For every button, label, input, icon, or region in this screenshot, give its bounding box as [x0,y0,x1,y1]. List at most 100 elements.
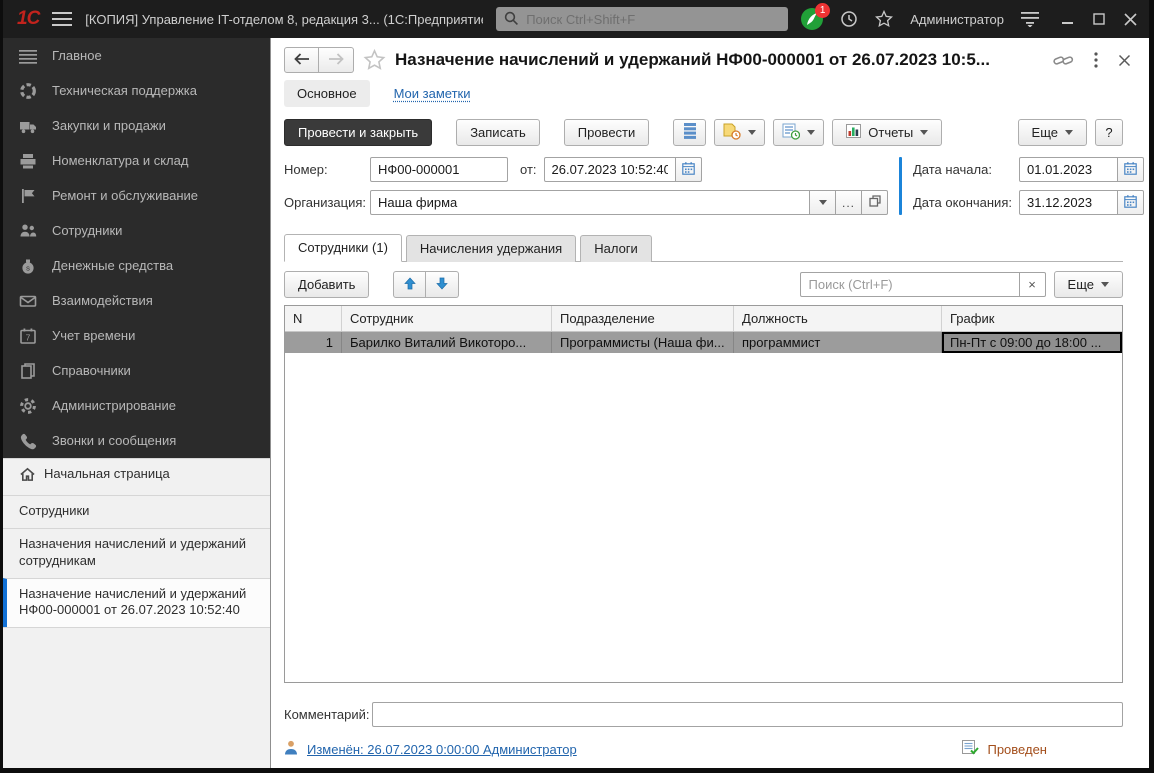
move-up-button[interactable] [393,271,426,298]
sidebar-item-remont[interactable]: Ремонт и обслуживание [3,178,270,213]
sidebar-item-label: Закупки и продажи [52,118,166,133]
organization-open-button[interactable] [862,190,888,215]
nav-history-panel: Начальная страница Сотрудники Назначения… [3,458,270,768]
add-row-button[interactable]: Добавить [284,271,369,298]
sidebar-item-label: Главное [52,48,102,63]
column-header-employee[interactable]: Сотрудник [342,306,552,331]
more-dots-icon[interactable] [1094,52,1098,68]
sidebar-item-sotrudniki[interactable]: Сотрудники [3,213,270,248]
tab-moi-zametki[interactable]: Мои заметки [394,86,471,101]
tab-nachisleniya[interactable]: Начисления удержания [406,235,576,262]
app-body: Главное Техническая поддержка Закупки и … [3,38,1149,768]
tab-sotrudniki[interactable]: Сотрудники (1) [284,234,402,262]
sidebar-item-uchet-vremeni[interactable]: 7 Учет времени [3,318,270,353]
service-menu-icon[interactable] [1021,11,1039,27]
sidebar-item-spravochniki[interactable]: Справочники [3,353,270,388]
comment-input[interactable] [372,702,1123,727]
column-header-n[interactable]: N [285,306,342,331]
sidebar-item-glavnoe[interactable]: Главное [3,38,270,73]
hamburger-icon[interactable] [52,12,72,26]
cell-department[interactable]: Программисты (Наша фи... [552,332,734,353]
organization-choose-button[interactable]: ... [836,190,862,215]
arrow-down-icon [436,277,448,293]
number-input[interactable] [370,157,508,182]
grid-more-button[interactable]: Еще [1054,271,1123,298]
form-left: Номер: от: Организация: [284,157,888,223]
calendar-picker-button[interactable] [1118,157,1144,182]
sections-panel: Главное Техническая поддержка Закупки и … [3,38,270,458]
sidebar-item-label: Администрирование [52,398,176,413]
global-search[interactable] [496,7,788,31]
nav-naznacheniya-list[interactable]: Назначения начислений и удержаний сотруд… [3,528,270,578]
help-button[interactable]: ? [1095,119,1123,146]
grid-header-row: N Сотрудник Подразделение Должность Граф… [285,306,1122,332]
get-link-icon[interactable] [1053,53,1074,68]
nav-item-label: Назначения начислений и удержаний сотруд… [19,536,260,570]
move-down-button[interactable] [426,271,459,298]
date-from-input[interactable] [544,157,676,182]
sidebar-item-dengi[interactable]: s Денежные средства [3,248,270,283]
forward-button[interactable] [319,47,354,73]
post-and-close-button[interactable]: Провести и закрыть [284,119,432,146]
copilot-icon[interactable]: 1 [801,8,823,30]
organization-group: ... [370,190,888,215]
maximize-icon[interactable] [1093,13,1105,25]
sidebar: Главное Техническая поддержка Закупки и … [3,38,271,768]
sidebar-item-nomenklatura[interactable]: Номенклатура и склад [3,143,270,178]
cell-employee[interactable]: Барилко Виталий Викоторо... [342,332,552,353]
sidebar-item-zakupki[interactable]: Закупки и продажи [3,108,270,143]
save-button[interactable]: Записать [456,119,540,146]
nav-sotrudniki[interactable]: Сотрудники [3,495,270,528]
blue-separator [899,157,902,215]
start-date-input[interactable] [1019,157,1118,182]
tab-nalogi[interactable]: Налоги [580,235,652,262]
calendar-picker-button[interactable] [676,157,702,182]
nav-home[interactable]: Начальная страница [3,458,270,495]
sidebar-item-tehpodderzhka[interactable]: Техническая поддержка [3,73,270,108]
create-based-on-button[interactable] [714,119,765,146]
sidebar-item-vzaimodeystviya[interactable]: Взаимодействия [3,283,270,318]
modified-link[interactable]: Изменён: 26.07.2023 0:00:00 Администрато… [307,742,577,757]
sidebar-item-administrirovanie[interactable]: Администрирование [3,388,270,423]
current-user[interactable]: Администратор [910,12,1004,27]
end-date-input[interactable] [1019,190,1118,215]
organization-dropdown-button[interactable] [810,190,836,215]
menu-lines-icon [18,47,37,65]
calendar-picker-button[interactable] [1118,190,1144,215]
minimize-icon[interactable] [1062,13,1074,25]
window-controls [1062,13,1137,26]
column-header-schedule[interactable]: График [942,306,1122,331]
cell-position[interactable]: программист [734,332,942,353]
grid-search-input[interactable] [800,272,1020,297]
register-records-button[interactable] [673,119,706,146]
column-header-department[interactable]: Подразделение [552,306,734,331]
clear-search-button[interactable]: × [1020,272,1046,297]
post-button[interactable]: Провести [564,119,650,146]
cell-schedule[interactable]: Пн-Пт с 09:00 до 18:00 ... [942,332,1122,353]
global-search-input[interactable] [524,11,780,28]
nav-naznachenie-doc[interactable]: Назначение начислений и удержаний НФ00-0… [3,578,270,628]
reports-button[interactable]: Отчеты [832,119,942,146]
history-icon[interactable] [840,10,858,28]
back-button[interactable] [284,47,319,73]
favorite-star-icon[interactable] [363,49,386,71]
titlebar: 1С [КОПИЯ] Управление IT-отделом 8, реда… [3,0,1149,38]
doc-tabs: Основное Мои заметки [271,77,1149,115]
table-row[interactable]: 1 Барилко Виталий Викоторо... Программис… [285,332,1122,353]
save-label: Записать [470,125,526,140]
organization-input[interactable] [370,190,810,215]
column-header-position[interactable]: Должность [734,306,942,331]
document-timeline-button[interactable] [773,119,824,146]
sidebar-item-label: Справочники [52,363,131,378]
close-doc-icon[interactable] [1118,54,1131,67]
svg-text:s: s [26,263,30,272]
comment-label: Комментарий: [284,707,372,722]
tab-osnovnoe[interactable]: Основное [284,80,370,107]
sidebar-item-zvonki[interactable]: Звонки и сообщения [3,423,270,458]
more-button[interactable]: Еще [1018,119,1087,146]
close-window-icon[interactable] [1124,13,1137,26]
cell-n[interactable]: 1 [285,332,342,353]
chevron-down-icon [819,200,827,205]
repair-icon [18,187,37,205]
favorites-star-icon[interactable] [875,10,893,28]
